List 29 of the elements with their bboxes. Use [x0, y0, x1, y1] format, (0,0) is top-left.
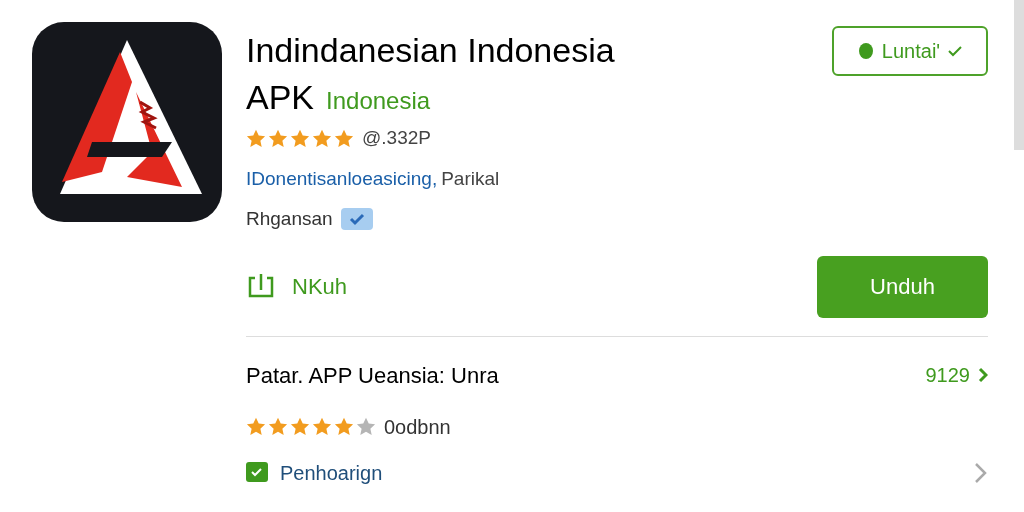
app-title: Indindanesian Indonesia: [246, 30, 615, 71]
related-title: Patar. APP Ueansia: Unra: [246, 361, 499, 390]
region-label: Indonesia: [326, 86, 431, 116]
scrollbar[interactable]: [1014, 0, 1024, 150]
status-button[interactable]: Luntai': [832, 26, 988, 76]
star-icon: [356, 417, 376, 436]
rating-text: @.332P: [362, 126, 431, 150]
star-icon: [246, 128, 266, 148]
star-icon: [290, 417, 310, 436]
app-title: APK: [246, 77, 315, 118]
star-icon: [290, 128, 310, 148]
count-link[interactable]: 9129: [925, 360, 988, 390]
app-icon: [32, 22, 222, 222]
star-icon: [312, 417, 332, 436]
tag-label: Rhgansan: [246, 207, 333, 231]
download-button[interactable]: Unduh: [817, 255, 988, 318]
developer-link[interactable]: IDonentisanloeasicing,: [246, 164, 438, 193]
star-icon: [334, 417, 354, 436]
share-button[interactable]: NKuh: [246, 270, 348, 303]
star-icon: [268, 128, 288, 148]
star-icon: [268, 417, 288, 436]
chevron-icon[interactable]: [974, 461, 988, 484]
star-icon: [334, 128, 354, 148]
chevron-icon: [978, 367, 988, 383]
star-icon: [312, 128, 332, 148]
reviews-text: 0odbnn: [384, 414, 451, 440]
star-icon: [246, 417, 266, 436]
category-label: Parikal: [441, 166, 500, 191]
related-link[interactable]: Penhoarign: [246, 457, 383, 488]
